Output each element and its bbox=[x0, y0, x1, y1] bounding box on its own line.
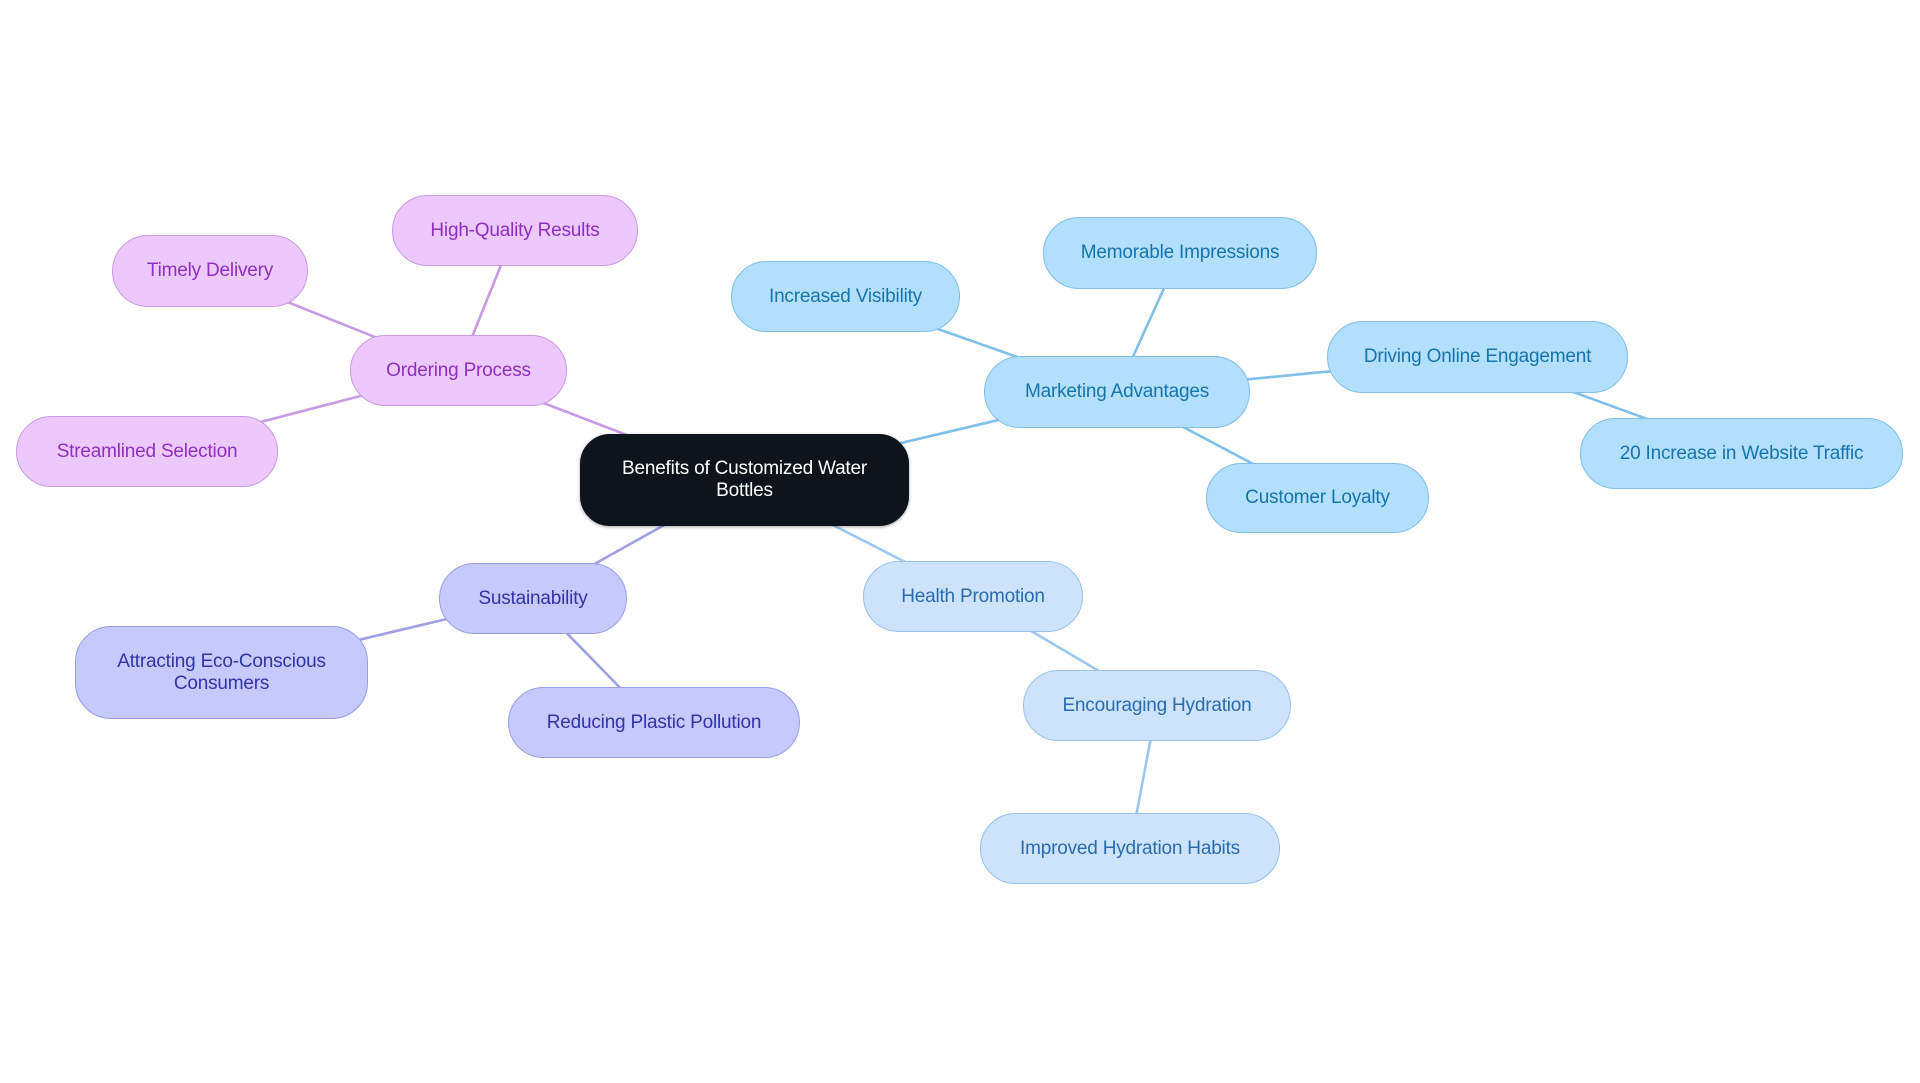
leaf-node-increased-visibility[interactable]: Increased Visibility bbox=[731, 261, 960, 332]
node-label: Driving Online Engagement bbox=[1363, 346, 1592, 367]
leaf-node-reducing-plastic-pollution[interactable]: Reducing Plastic Pollution bbox=[508, 687, 800, 758]
leaf-node-customer-loyalty[interactable]: Customer Loyalty bbox=[1206, 463, 1429, 533]
node-label: Increased Visibility bbox=[768, 285, 922, 307]
leaf-node-high-quality-results[interactable]: High-Quality Results bbox=[392, 195, 638, 266]
branch-node-sustainability[interactable]: Sustainability bbox=[439, 563, 627, 634]
root-node[interactable]: Benefits of Customized Water Bottles bbox=[580, 434, 909, 526]
mindmap-edges bbox=[146, 230, 1742, 849]
leaf-node-streamlined-selection[interactable]: Streamlined Selection bbox=[16, 416, 278, 487]
node-label: Customer Loyalty bbox=[1245, 487, 1390, 508]
leaf-node-memorable-impressions[interactable]: Memorable Impressions bbox=[1043, 217, 1317, 289]
branch-node-ordering-process[interactable]: Ordering Process bbox=[350, 335, 567, 406]
node-label: Memorable Impressions bbox=[1080, 242, 1280, 263]
leaf-node-improved-hydration-habits[interactable]: Improved Hydration Habits bbox=[980, 813, 1280, 884]
node-label: Improved Hydration Habits bbox=[1020, 837, 1240, 859]
node-label: High-Quality Results bbox=[430, 219, 600, 241]
node-label: Encouraging Hydration bbox=[1062, 694, 1252, 716]
node-label: Sustainability bbox=[478, 587, 588, 609]
root-node-label: Benefits of Customized Water Bottles bbox=[621, 458, 868, 501]
node-label: Health Promotion bbox=[901, 585, 1045, 607]
branch-node-marketing-advantages[interactable]: Marketing Advantages bbox=[984, 356, 1250, 428]
mindmap-canvas: Benefits of Customized Water Bottles Ord… bbox=[0, 0, 1920, 1083]
node-label: Attracting Eco-Conscious Consumers bbox=[117, 650, 326, 694]
node-label: Timely Delivery bbox=[146, 260, 274, 281]
leaf-node-website-traffic-increase[interactable]: 20 Increase in Website Traffic bbox=[1580, 418, 1903, 489]
node-driving-online-engagement[interactable]: Driving Online Engagement bbox=[1327, 321, 1628, 393]
node-label: Reducing Plastic Pollution bbox=[546, 711, 762, 733]
leaf-node-attracting-eco-conscious-consumers[interactable]: Attracting Eco-Conscious Consumers bbox=[75, 626, 368, 719]
node-label: Streamlined Selection bbox=[56, 440, 238, 462]
node-label: 20 Increase in Website Traffic bbox=[1619, 442, 1864, 464]
leaf-node-timely-delivery[interactable]: Timely Delivery bbox=[112, 235, 308, 307]
node-label: Marketing Advantages bbox=[1024, 381, 1209, 402]
node-label: Ordering Process bbox=[386, 359, 531, 381]
node-encouraging-hydration[interactable]: Encouraging Hydration bbox=[1023, 670, 1291, 741]
branch-node-health-promotion[interactable]: Health Promotion bbox=[863, 561, 1083, 632]
